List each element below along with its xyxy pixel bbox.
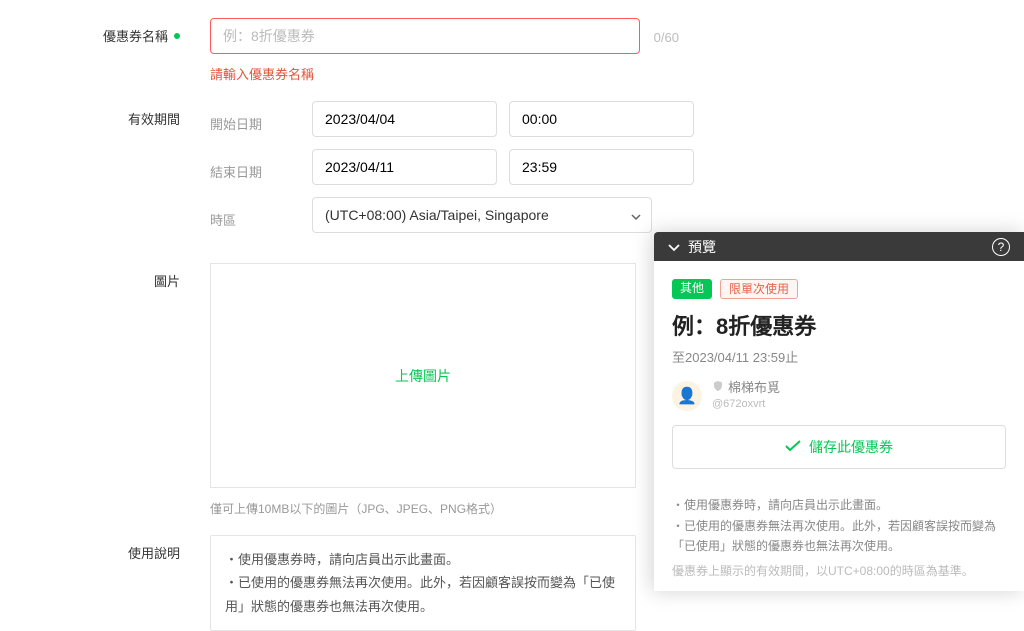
preview-notes: ・使用優惠券時，請向店員出示此畫面。 ・已使用的優惠券無法再次使用。此外，若因顧…	[654, 495, 1024, 591]
preview-valid-until: 至2023/04/11 23:59止	[672, 347, 1006, 366]
preview-header: 預覽 ?	[654, 232, 1024, 261]
store-avatar: 👤	[672, 381, 702, 411]
validity-field: 開始日期 結束日期 時區 (UTC+08:00) Asia/Taipei, Si…	[210, 101, 1024, 245]
chevron-down-icon	[631, 207, 641, 223]
desc-line-1: ・使用優惠券時，請向店員出示此畫面。	[225, 548, 621, 571]
tz-sublabel: 時區	[210, 202, 300, 229]
preview-body: 其他 限單次使用 例：8折優惠券 至2023/04/11 23:59止 👤 棉梯…	[654, 261, 1024, 495]
end-time-input[interactable]	[509, 149, 694, 185]
description-textarea[interactable]: ・使用優惠券時，請向店員出示此畫面。 ・已使用的優惠券無法再次使用。此外，若因顧…	[210, 535, 636, 631]
start-date-input[interactable]	[312, 101, 497, 137]
store-name-text: 棉梯布覓	[728, 380, 780, 397]
save-coupon-label: 儲存此優惠券	[809, 437, 893, 457]
desc-label-text: 使用說明	[128, 543, 180, 562]
validity-label: 有效期間	[0, 101, 210, 128]
end-date-input[interactable]	[312, 149, 497, 185]
end-sublabel: 結束日期	[210, 154, 300, 181]
name-field: 0/60 請輸入優惠券名稱	[210, 18, 1024, 83]
start-sublabel: 開始日期	[210, 106, 300, 133]
preview-tz-note: 優惠券上顯示的有效期間，以UTC+08:00的時區為基準。	[672, 561, 1006, 581]
upload-image-box[interactable]: 上傳圖片	[210, 263, 636, 488]
preview-header-left: 預覽	[668, 237, 716, 257]
coupon-name-input[interactable]	[210, 18, 640, 54]
timezone-row: 時區 (UTC+08:00) Asia/Taipei, Singapore	[210, 197, 1024, 233]
row-name: 優惠券名稱 0/60 請輸入優惠券名稱	[0, 18, 1024, 83]
store-name: 棉梯布覓	[712, 380, 780, 397]
tag-category: 其他	[672, 279, 712, 299]
preview-header-title: 預覽	[688, 237, 716, 257]
start-time-input[interactable]	[509, 101, 694, 137]
validity-label-text: 有效期間	[128, 109, 180, 128]
store-handle: @672oxvrt	[712, 397, 780, 411]
help-icon[interactable]: ?	[992, 238, 1010, 256]
desc-label: 使用說明	[0, 535, 210, 562]
store-meta: 棉梯布覓 @672oxvrt	[712, 380, 780, 411]
image-label: 圖片	[0, 263, 210, 290]
name-label-text: 優惠券名稱	[103, 26, 168, 45]
preview-panel: 預覽 ? 其他 限單次使用 例：8折優惠券 至2023/04/11 23:59止…	[654, 232, 1024, 591]
name-error-message: 請輸入優惠券名稱	[210, 64, 1024, 83]
chevron-down-icon[interactable]	[668, 239, 680, 255]
checkmark-icon	[785, 439, 801, 455]
save-coupon-button[interactable]: 儲存此優惠券	[672, 425, 1006, 469]
upload-image-text: 上傳圖片	[395, 366, 451, 386]
preview-note-2: ・已使用的優惠券無法再次使用。此外，若因顧客誤按而變為「已使用」狀態的優惠券也無…	[672, 516, 1006, 557]
start-date-row: 開始日期	[210, 101, 1024, 137]
preview-note-1: ・使用優惠券時，請向店員出示此畫面。	[672, 495, 1006, 515]
name-label: 優惠券名稱	[0, 18, 210, 45]
row-validity: 有效期間 開始日期 結束日期 時區 (UTC+08:00) Asia/Taipe…	[0, 101, 1024, 245]
preview-coupon-title: 例：8折優惠券	[672, 309, 1006, 341]
store-row: 👤 棉梯布覓 @672oxvrt	[672, 380, 1006, 411]
required-dot-icon	[174, 33, 180, 39]
name-char-counter: 0/60	[654, 30, 679, 45]
image-label-text: 圖片	[154, 271, 180, 290]
end-date-row: 結束日期	[210, 149, 1024, 185]
timezone-value: (UTC+08:00) Asia/Taipei, Singapore	[325, 207, 549, 223]
desc-line-2: ・已使用的優惠券無法再次使用。此外，若因顧客誤按而變為「已使用」狀態的優惠券也無…	[225, 571, 621, 618]
tag-usage-limit: 限單次使用	[720, 279, 798, 299]
preview-tags: 其他 限單次使用	[672, 279, 1006, 299]
timezone-select[interactable]: (UTC+08:00) Asia/Taipei, Singapore	[312, 197, 652, 233]
shield-icon	[712, 380, 724, 397]
